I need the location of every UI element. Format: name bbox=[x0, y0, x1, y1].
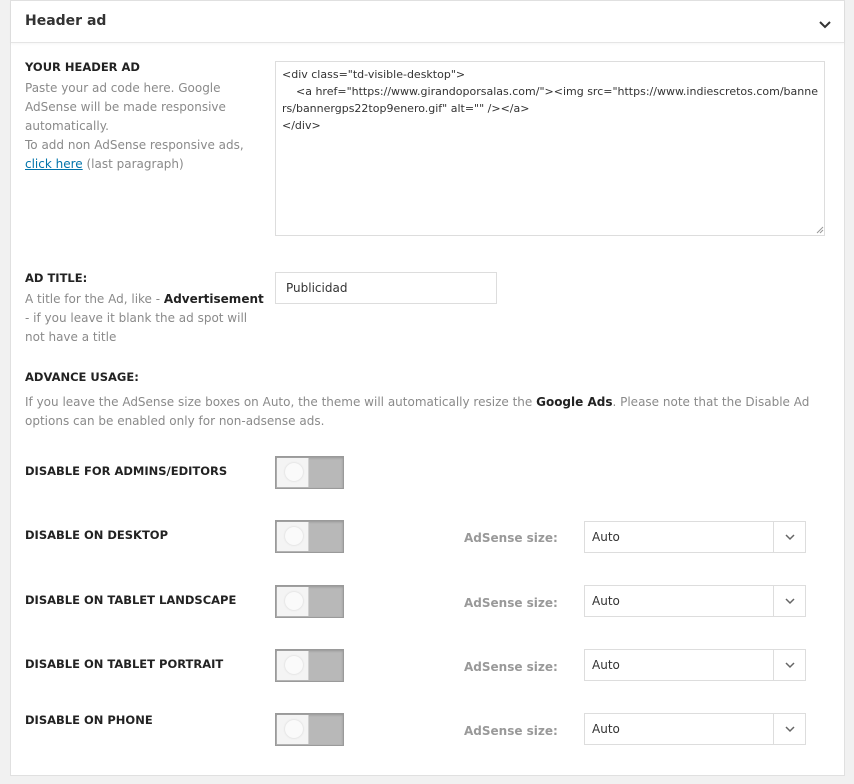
header-ad-label: YOUR HEADER AD bbox=[25, 60, 140, 74]
chevron-down-icon[interactable] bbox=[773, 586, 805, 616]
ad-title-desc-bold: Advertisement bbox=[163, 292, 264, 306]
advance-desc-before: If you leave the AdSense size boxes on A… bbox=[25, 395, 533, 409]
select-value: Auto bbox=[592, 594, 620, 608]
header-ad-desc-text: Paste your ad code here. Google AdSense … bbox=[25, 81, 226, 133]
phone-adsense-size-select[interactable]: Auto bbox=[584, 713, 806, 745]
ad-title-desc-before: A title for the Ad, like - bbox=[25, 292, 161, 306]
panel-header[interactable]: Header ad bbox=[11, 1, 844, 43]
advance-usage-description: If you leave the AdSense size boxes on A… bbox=[25, 393, 835, 431]
click-here-link[interactable]: click here bbox=[25, 157, 83, 171]
ad-title-desc-after: - if you leave it blank the ad spot will… bbox=[25, 311, 248, 344]
disable-desktop-label: DISABLE ON DESKTOP bbox=[25, 528, 169, 542]
select-value: Auto bbox=[592, 658, 620, 672]
select-value: Auto bbox=[592, 530, 620, 544]
ad-title-input[interactable]: Publicidad bbox=[275, 272, 497, 304]
toggle-knob bbox=[277, 522, 309, 551]
chevron-down-icon[interactable] bbox=[773, 714, 805, 744]
header-ad-description: Paste your ad code here. Google AdSense … bbox=[25, 79, 265, 136]
ad-title-description: A title for the Ad, like - Advertisement… bbox=[25, 290, 265, 347]
disable-phone-label: DISABLE ON PHONE bbox=[25, 713, 153, 727]
header-ad-nonadsense-note: To add non AdSense responsive ads, click… bbox=[25, 136, 265, 174]
disable-admins-toggle[interactable] bbox=[275, 456, 344, 489]
last-paragraph-text: (last paragraph) bbox=[86, 157, 184, 171]
nonadsense-note-text: To add non AdSense responsive ads, bbox=[25, 138, 244, 152]
chevron-down-icon[interactable] bbox=[773, 650, 805, 680]
tablet-landscape-adsense-size-label: AdSense size: bbox=[464, 596, 558, 610]
toggle-knob bbox=[277, 651, 309, 680]
disable-tablet-portrait-label: DISABLE ON TABLET PORTRAIT bbox=[25, 657, 224, 671]
header-ad-code-textarea[interactable]: <div class="td-visible-desktop"> <a href… bbox=[275, 61, 825, 236]
disable-desktop-toggle[interactable] bbox=[275, 520, 344, 553]
disable-phone-toggle[interactable] bbox=[275, 713, 344, 746]
desktop-adsense-size-label: AdSense size: bbox=[464, 531, 558, 545]
desktop-adsense-size-select[interactable]: Auto bbox=[584, 521, 806, 553]
toggle-knob bbox=[277, 587, 309, 616]
disable-tablet-portrait-toggle[interactable] bbox=[275, 649, 344, 682]
select-value: Auto bbox=[592, 722, 620, 736]
toggle-knob bbox=[277, 458, 309, 487]
header-ad-panel: Header ad YOUR HEADER AD Paste your ad c… bbox=[10, 0, 845, 776]
disable-tablet-landscape-label: DISABLE ON TABLET LANDSCAPE bbox=[25, 593, 237, 607]
advance-desc-bold: Google Ads bbox=[536, 395, 613, 409]
resize-grip-icon[interactable] bbox=[816, 226, 824, 234]
disable-admins-label: DISABLE FOR ADMINS/EDITORS bbox=[25, 464, 228, 478]
toggle-knob bbox=[277, 715, 309, 744]
tablet-portrait-adsense-size-label: AdSense size: bbox=[464, 660, 558, 674]
tablet-landscape-adsense-size-select[interactable]: Auto bbox=[584, 585, 806, 617]
advance-usage-label: ADVANCE USAGE: bbox=[25, 370, 139, 384]
chevron-down-icon[interactable] bbox=[818, 15, 832, 29]
tablet-portrait-adsense-size-select[interactable]: Auto bbox=[584, 649, 806, 681]
disable-tablet-landscape-toggle[interactable] bbox=[275, 585, 344, 618]
chevron-down-icon[interactable] bbox=[773, 522, 805, 552]
panel-title: Header ad bbox=[25, 13, 107, 29]
phone-adsense-size-label: AdSense size: bbox=[464, 724, 558, 738]
ad-title-label: AD TITLE: bbox=[25, 271, 88, 285]
